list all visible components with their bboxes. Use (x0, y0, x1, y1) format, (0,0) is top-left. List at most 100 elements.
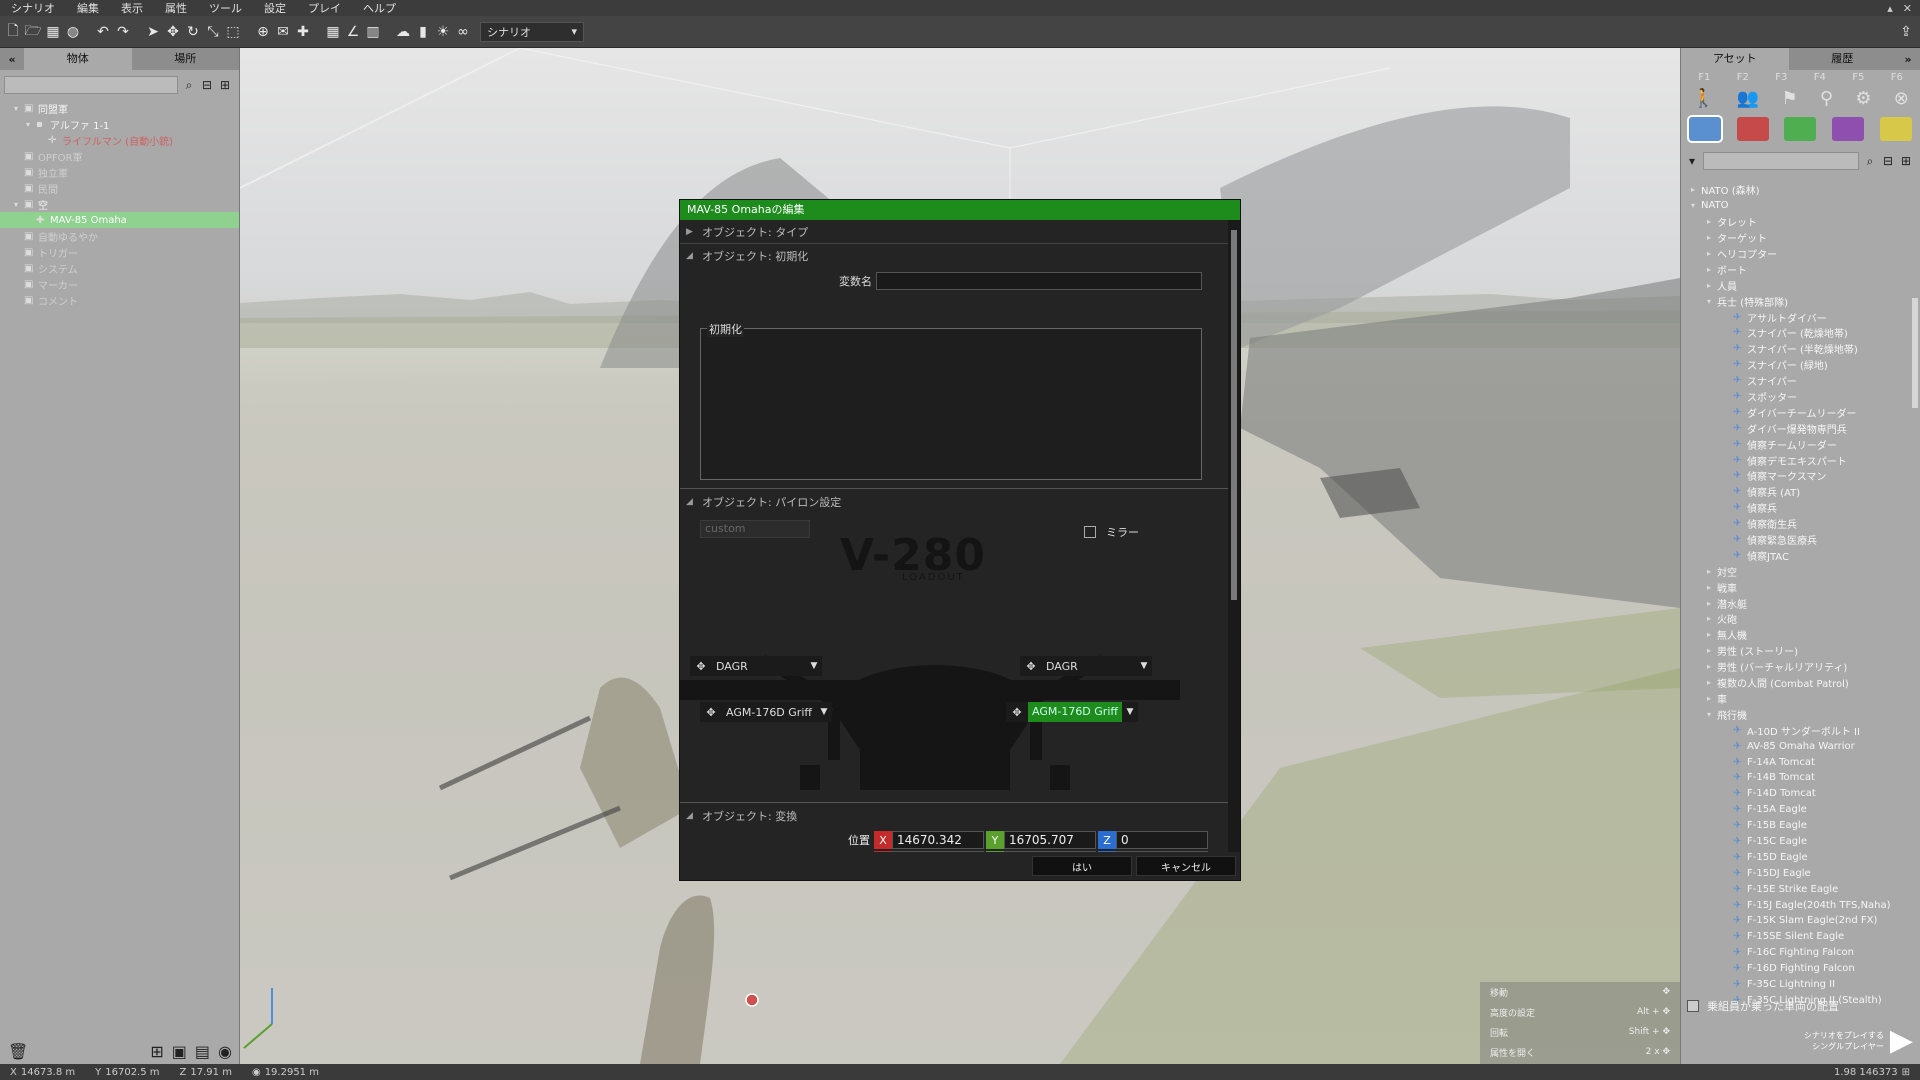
asset-tree-item[interactable]: ✈ 偵察デモエキスパート (1681, 452, 1920, 468)
tree-arrow-icon[interactable]: ▸ (1707, 599, 1717, 608)
pylon-left-top[interactable]: ✥ DAGR ▼ (690, 656, 822, 676)
fkey-2[interactable]: F2 (1737, 72, 1749, 83)
entity-tree-item[interactable]: ▣ 独立軍 (0, 164, 239, 180)
tree-arrow-icon[interactable]: ▸ (1707, 614, 1717, 623)
collapse-right-icon[interactable]: » (1896, 53, 1920, 66)
scale-icon[interactable]: ⤡ (204, 22, 222, 42)
tree-arrow-icon[interactable]: ▸ (1707, 662, 1717, 671)
crew-option-row[interactable]: 乗組員が乗った車両の配置 (1681, 992, 1920, 1020)
asset-tree-item[interactable]: ✈ F-16C Fighting Falcon (1681, 945, 1920, 961)
expand-all-icon[interactable]: ⊞ (1899, 154, 1913, 168)
unit-icon[interactable]: 🚶 (1692, 88, 1714, 109)
asset-tree-item[interactable]: ✈ 偵察兵 (AT) (1681, 484, 1920, 500)
snap-icon[interactable]: ✚ (294, 22, 312, 42)
globe-icon[interactable]: ◍ (64, 22, 82, 42)
pylon-right-top[interactable]: ✥ DAGR ▼ (1020, 656, 1152, 676)
asset-tree-item[interactable]: ✈ AV-85 Omaha Warrior (1681, 738, 1920, 754)
asset-tree-item[interactable]: ✈ ダイバー爆発物専門兵 (1681, 420, 1920, 436)
dialog-scrollbar[interactable] (1228, 220, 1240, 852)
lock-icon[interactable]: ▤ (195, 1042, 210, 1061)
menu-view[interactable]: 表示 (110, 0, 154, 16)
asset-tree-item[interactable]: ▸ 人員 (1681, 277, 1920, 293)
entity-tree-item[interactable]: ▾ ▣ 同盟軍 (0, 100, 239, 116)
asset-tree-item[interactable]: ▸ 男性 (バーチャルリアリティ) (1681, 659, 1920, 675)
menu-scenario[interactable]: シナリオ (0, 0, 66, 16)
tree-arrow-icon[interactable]: ▾ (26, 120, 36, 129)
collapse-panel-icon[interactable]: « (0, 53, 24, 66)
asset-tree-item[interactable]: ✈ F-15D Eagle (1681, 849, 1920, 865)
mail-icon[interactable]: ✉ (274, 22, 292, 42)
entity-tree-item[interactable]: ▣ マーカー (0, 276, 239, 292)
position-x-field[interactable]: 14670.342 (892, 831, 984, 849)
asset-tree-item[interactable]: ✈ F-15B Eagle (1681, 818, 1920, 834)
assets-search-input[interactable] (1703, 152, 1859, 170)
asset-tree-item[interactable]: ▸ 戦車 (1681, 579, 1920, 595)
tree-arrow-icon[interactable]: ▾ (1707, 710, 1717, 719)
side-blufor[interactable] (1686, 115, 1723, 143)
fkey-6[interactable]: F6 (1891, 72, 1903, 83)
tree-arrow-icon[interactable]: ▸ (1707, 233, 1717, 242)
asset-tree-item[interactable]: ✈ F-14A Tomcat (1681, 754, 1920, 770)
asset-tree-item[interactable]: ✈ スナイパー (乾燥地帯) (1681, 325, 1920, 341)
assets-scrollbar[interactable] (1912, 298, 1918, 408)
module-icon[interactable]: ⚙ (1855, 88, 1871, 109)
play-scenario-button[interactable]: シナリオをプレイする シングルプレイヤー ▶ (1804, 1023, 1913, 1058)
menu-play[interactable]: プレイ (297, 0, 352, 16)
side-civilian[interactable] (1832, 117, 1865, 141)
redo-icon[interactable]: ↷ (114, 22, 132, 42)
entity-tree-item[interactable]: ▣ 自動ゆるやか (0, 228, 239, 244)
layer-icon[interactable]: ▣ (172, 1042, 187, 1061)
terrain-icon[interactable]: ▥ (364, 22, 382, 42)
side-opfor[interactable] (1736, 117, 1769, 141)
area-select-icon[interactable]: ⬚ (224, 22, 242, 42)
open-folder-icon[interactable]: 🗁 (24, 22, 42, 42)
asset-tree-item[interactable]: ✈ F-14D Tomcat (1681, 786, 1920, 802)
waypoint-icon[interactable]: ⚲ (1820, 88, 1833, 109)
entity-tree-item[interactable]: ▾ ▣ 空 (0, 196, 239, 212)
tree-arrow-icon[interactable]: ▸ (1707, 281, 1717, 290)
flag-icon[interactable]: ⚑ (1782, 88, 1798, 109)
chevron-down-icon[interactable]: ▾ (1685, 154, 1699, 168)
asset-tree-item[interactable]: ✈ スナイパー (半乾燥地帯) (1681, 341, 1920, 357)
entity-tree-item[interactable]: ✛ ライフルマン (自動小銃) (0, 132, 239, 148)
close-icon[interactable]: ✕ (1903, 2, 1912, 15)
asset-tree-item[interactable]: ▸ ボート (1681, 261, 1920, 277)
asset-tree-item[interactable]: ✈ F-16D Fighting Falcon (1681, 961, 1920, 977)
asset-tree-item[interactable]: ▸ 複数の人間 (Combat Patrol) (1681, 675, 1920, 691)
entity-tree-item[interactable]: ▣ トリガー (0, 244, 239, 260)
group-icon[interactable]: 👥 (1737, 88, 1759, 109)
undo-icon[interactable]: ↶ (94, 22, 112, 42)
asset-tree-item[interactable]: ▸ 潜水艇 (1681, 595, 1920, 611)
asset-tree-item[interactable]: ▸ 車 (1681, 691, 1920, 707)
asset-tree-item[interactable]: ▸ 無人機 (1681, 627, 1920, 643)
asset-tree-item[interactable]: ▸ ヘリコプター (1681, 246, 1920, 262)
tree-arrow-icon[interactable]: ▾ (14, 104, 24, 113)
scenario-select[interactable]: シナリオ ▾ (480, 21, 584, 42)
asset-tree-item[interactable]: ✈ A-10D サンダーボルト II (1681, 722, 1920, 738)
globe-grid-icon[interactable]: ⊕ (254, 22, 272, 42)
dialog-scroll-thumb[interactable] (1231, 230, 1237, 600)
asset-tree-item[interactable]: ✈ F-15J Eagle(204th TFS,Naha) (1681, 897, 1920, 913)
entity-tree-item[interactable]: ✚ MAV-85 Omaha (0, 212, 239, 228)
asset-tree-item[interactable]: ✈ F-15E Strike Eagle (1681, 881, 1920, 897)
tree-arrow-icon[interactable]: ▸ (1707, 630, 1717, 639)
asset-tree-item[interactable]: ✈ 偵察チームリーダー (1681, 436, 1920, 452)
tree-arrow-icon[interactable]: ▾ (1707, 297, 1717, 306)
asset-tree-item[interactable]: ▸ 対空 (1681, 563, 1920, 579)
fkey-3[interactable]: F3 (1775, 72, 1787, 83)
tree-arrow-icon[interactable]: ▸ (1707, 217, 1717, 226)
asset-tree-item[interactable]: ▾ NATO (1681, 198, 1920, 214)
binoculars-icon[interactable]: ∞ (454, 22, 472, 42)
expand-all-icon[interactable]: ⊞ (218, 78, 232, 92)
position-y-field[interactable]: 16705.707 (1004, 831, 1096, 849)
asset-tree-item[interactable]: ✈ 偵察衛生兵 (1681, 516, 1920, 532)
tree-arrow-icon[interactable]: ▸ (1707, 567, 1717, 576)
entity-tree-item[interactable]: ▣ OPFOR軍 (0, 148, 239, 164)
asset-tree-item[interactable]: ▾ 兵士 (特殊部隊) (1681, 293, 1920, 309)
menu-help[interactable]: ヘルプ (352, 0, 407, 16)
collapse-all-icon[interactable]: ⊟ (200, 78, 214, 92)
ok-button[interactable]: はい (1032, 856, 1132, 876)
save-icon[interactable]: ▦ (44, 22, 62, 42)
collapse-all-icon[interactable]: ⊟ (1881, 154, 1895, 168)
tree-arrow-icon[interactable]: ▾ (14, 200, 24, 209)
